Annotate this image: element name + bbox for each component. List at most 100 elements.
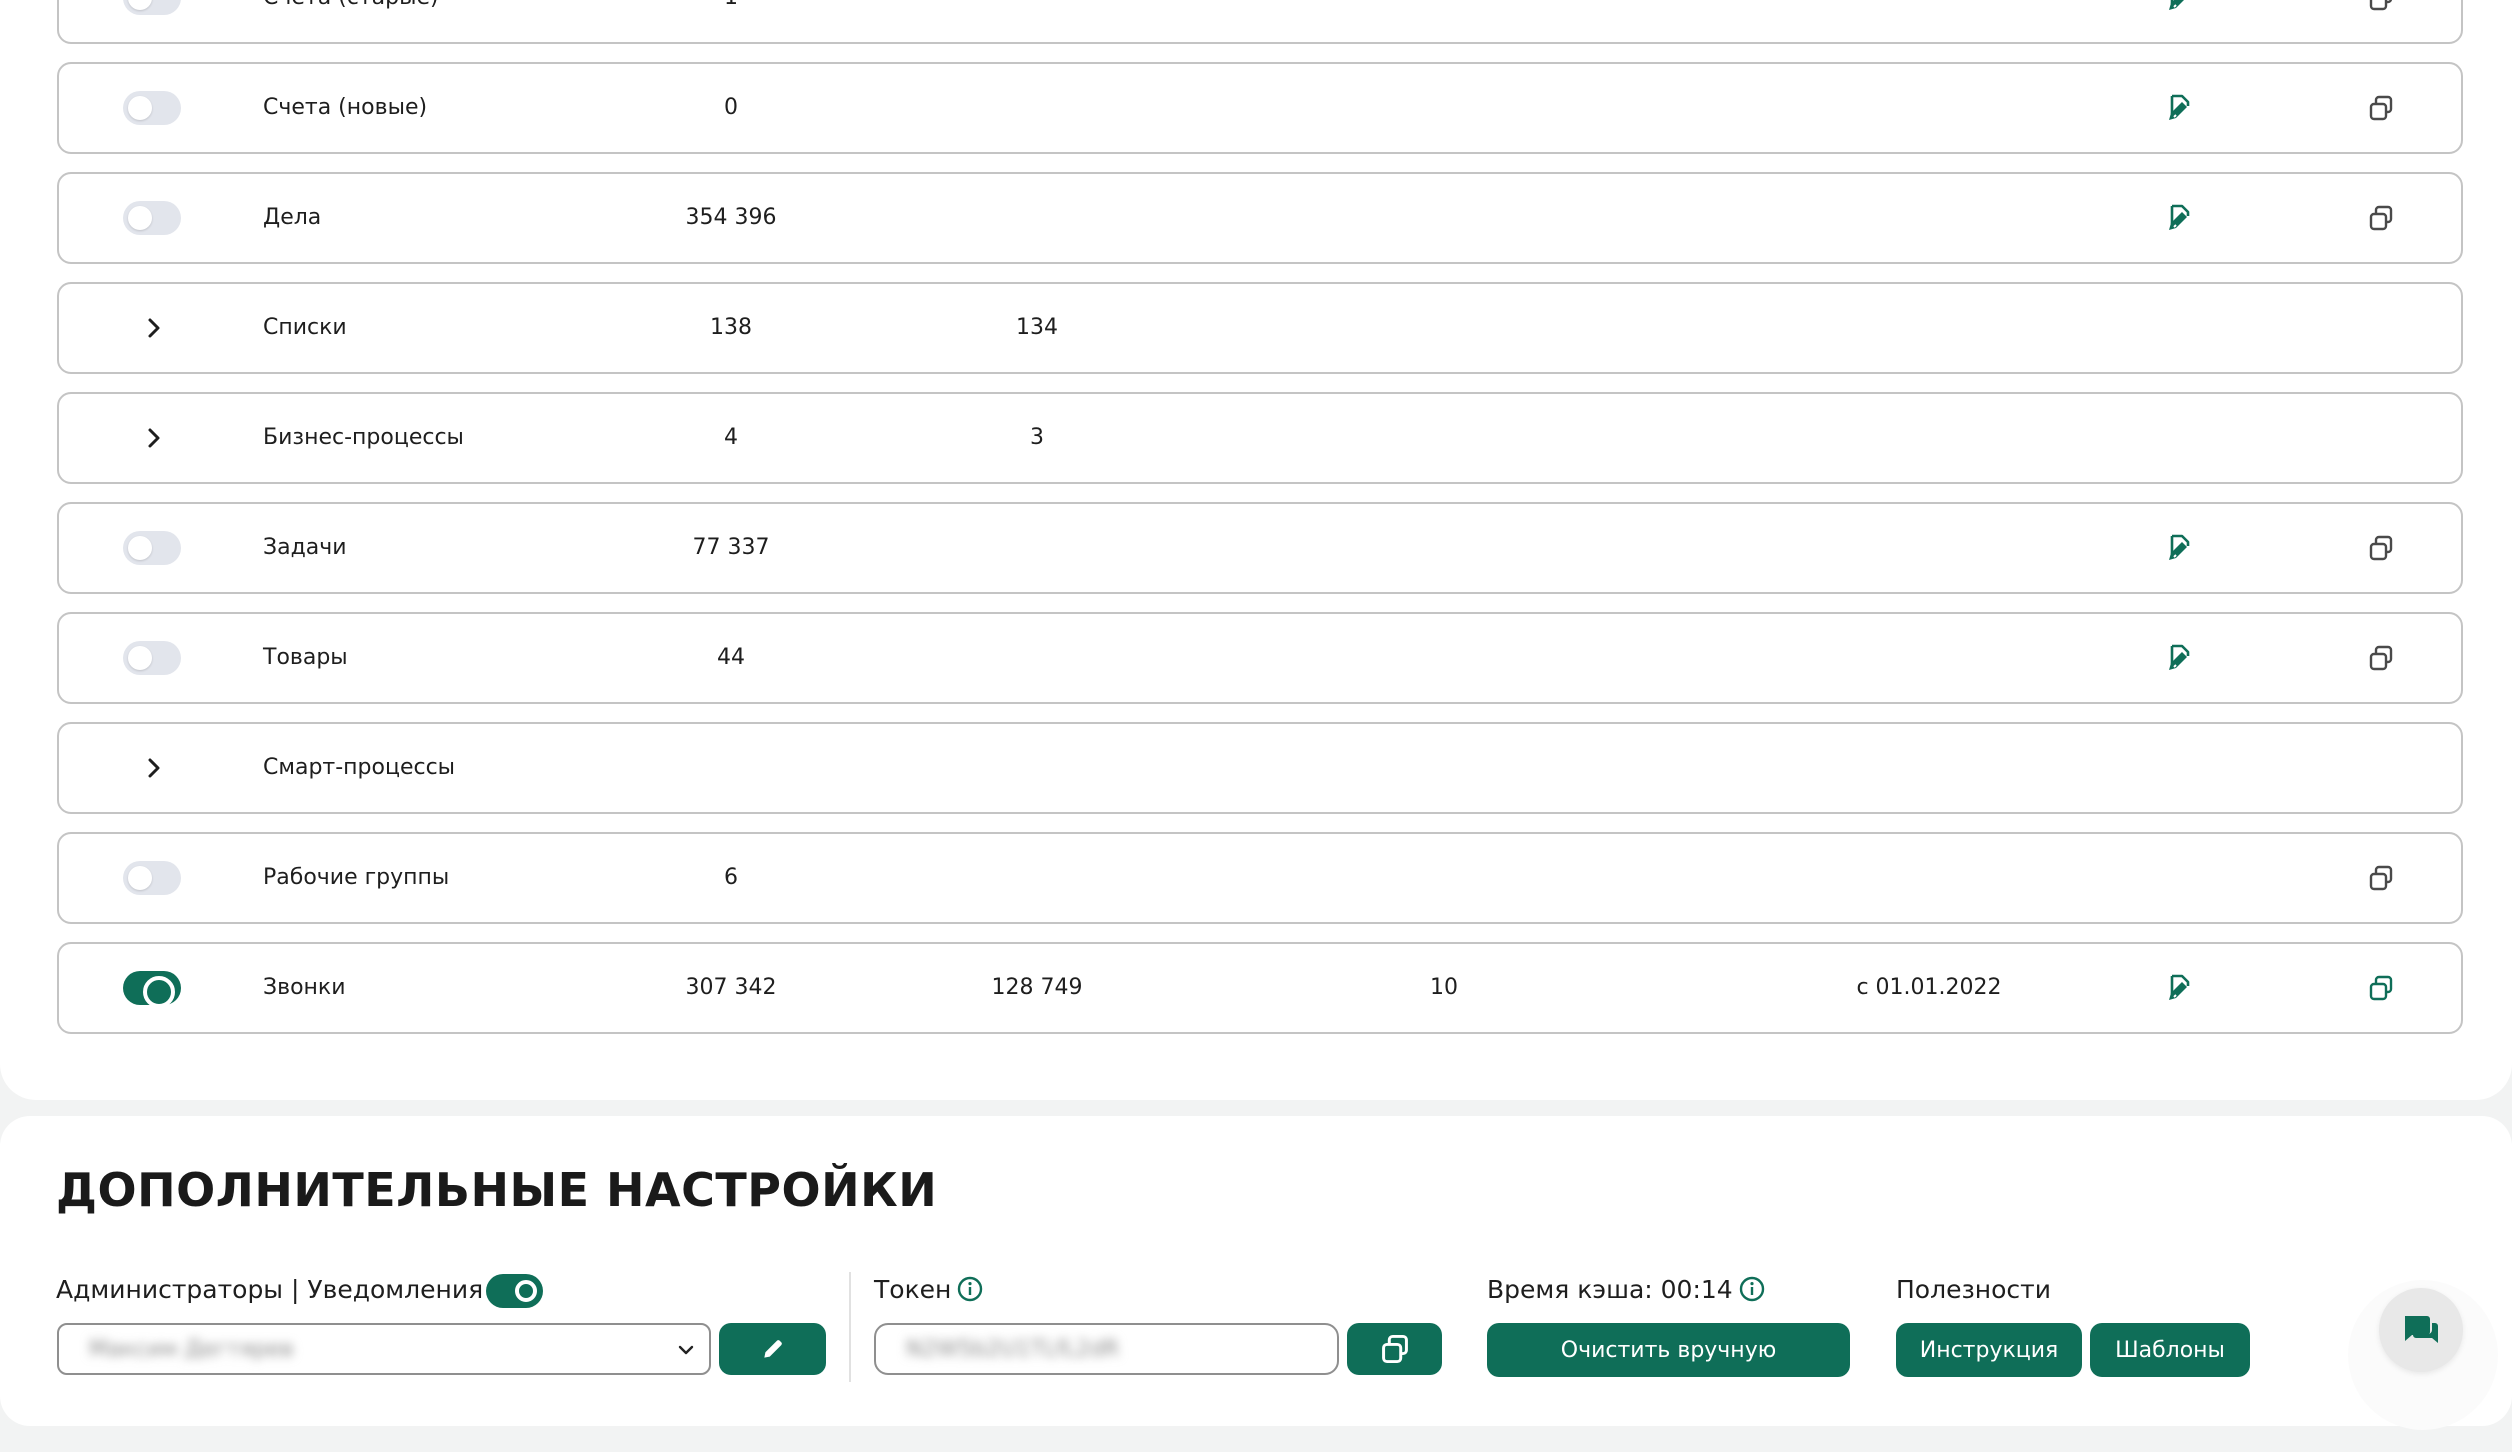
entity-count-secondary: 128 749 — [991, 975, 1083, 1000]
chevron-right-icon[interactable] — [139, 753, 169, 783]
token-field[interactable]: N2W5b2U1TLfL2dR — [874, 1323, 1339, 1375]
entity-period — [1739, 834, 2119, 922]
entity-toggle[interactable] — [123, 201, 181, 235]
copy-token-button[interactable] — [1347, 1323, 1442, 1375]
entity-name: Звонки — [263, 975, 346, 1000]
entity-count-tertiary — [1364, 504, 1524, 592]
entity-count-tertiary — [1364, 834, 1524, 922]
entity-count-secondary — [957, 0, 1117, 42]
entity-row: Звонки 307 342 128 749 10 с 01.01.2022 — [57, 942, 2463, 1034]
token-label: Токен — [874, 1275, 983, 1304]
edit-document-icon[interactable] — [2163, 532, 2195, 564]
entity-period — [1739, 394, 2119, 482]
cache-label-text: Время кэша: 00:14 — [1487, 1275, 1733, 1304]
entity-count: 1 — [651, 0, 811, 42]
entity-row: Бизнес-процессы 4 3 — [57, 392, 2463, 484]
entity-row: Смарт-процессы — [57, 722, 2463, 814]
token-value: N2W5b2U1TLfL2dR — [906, 1337, 1120, 1362]
entity-toggle[interactable] — [123, 971, 181, 1008]
entity-toggle[interactable] — [123, 641, 181, 675]
edit-admins-button[interactable] — [719, 1323, 826, 1375]
useful-label: Полезности — [1896, 1275, 2051, 1304]
entity-name: Задачи — [263, 535, 347, 560]
entity-name: Рабочие группы — [263, 865, 450, 890]
copy-icon[interactable] — [2367, 534, 2395, 562]
edit-document-icon[interactable] — [2163, 972, 2195, 1004]
entity-count — [651, 724, 811, 812]
entity-count-tertiary — [1364, 0, 1524, 42]
entity-name: Списки — [263, 315, 347, 340]
entity-period — [1739, 64, 2119, 152]
entity-count-tertiary — [1364, 174, 1524, 262]
token-label-text: Токен — [874, 1275, 952, 1304]
chat-button[interactable] — [2379, 1288, 2463, 1372]
info-icon[interactable] — [1739, 1276, 1765, 1302]
entity-row: Задачи 77 337 — [57, 502, 2463, 594]
admins-label: Администраторы | Уведомления — [56, 1275, 484, 1304]
entity-count-secondary — [957, 724, 1117, 812]
chevron-right-icon[interactable] — [139, 423, 169, 453]
copy-icon[interactable] — [2367, 204, 2395, 232]
copy-icon[interactable] — [2367, 94, 2395, 122]
entity-toggle[interactable] — [123, 861, 181, 895]
admins-selected-value: Максим Дегтярев — [89, 1337, 294, 1362]
copy-icon[interactable] — [2367, 0, 2395, 12]
divider — [849, 1272, 851, 1382]
entity-count-secondary — [957, 614, 1117, 702]
entity-count-secondary — [957, 64, 1117, 152]
edit-document-icon[interactable] — [2163, 642, 2195, 674]
entity-count-tertiary — [1364, 64, 1524, 152]
entity-period — [1739, 504, 2119, 592]
entity-row: Счета (старые) 1 — [57, 0, 2463, 44]
entity-period — [1739, 724, 2119, 812]
entity-count: 44 — [717, 645, 745, 670]
templates-button[interactable]: Шаблоны — [2090, 1323, 2250, 1377]
entity-count: 354 396 — [685, 205, 777, 230]
entity-count: 0 — [724, 95, 738, 120]
entity-name: Бизнес-процессы — [263, 425, 464, 450]
entity-count-secondary: 134 — [1016, 315, 1058, 340]
edit-document-icon[interactable] — [2163, 0, 2195, 14]
edit-document-icon[interactable] — [2163, 92, 2195, 124]
entity-name: Счета (старые) — [263, 0, 439, 42]
entity-count: 6 — [724, 865, 738, 890]
info-icon[interactable] — [957, 1276, 983, 1302]
entity-row: Дела 354 396 — [57, 172, 2463, 264]
entity-count: 138 — [710, 315, 752, 340]
entity-name: Товары — [263, 645, 348, 670]
entity-count-secondary: 3 — [1030, 425, 1044, 450]
entity-toggle[interactable] — [123, 0, 181, 15]
section-title: ДОПОЛНИТЕЛЬНЫЕ НАСТРОЙКИ — [56, 1163, 938, 1217]
entity-count-tertiary — [1364, 724, 1524, 812]
entity-row: Счета (новые) 0 — [57, 62, 2463, 154]
entity-period — [1739, 614, 2119, 702]
copy-icon[interactable] — [2367, 644, 2395, 672]
copy-icon[interactable] — [2367, 864, 2395, 892]
entity-period: с 01.01.2022 — [1856, 975, 2002, 1000]
edit-document-icon[interactable] — [2163, 202, 2195, 234]
entity-toggle[interactable] — [123, 91, 181, 125]
instruction-button[interactable]: Инструкция — [1896, 1323, 2082, 1377]
entity-period — [1739, 0, 2119, 42]
chevron-right-icon[interactable] — [139, 313, 169, 343]
entity-count-secondary — [957, 504, 1117, 592]
admins-select[interactable]: Максим Дегтярев — [57, 1323, 711, 1375]
entity-period — [1739, 284, 2119, 372]
entity-period — [1739, 174, 2119, 262]
entity-count: 77 337 — [692, 535, 770, 560]
entity-name: Дела — [263, 205, 322, 230]
chevron-down-icon — [678, 1345, 694, 1355]
entity-count-secondary — [957, 834, 1117, 922]
cache-label: Время кэша: 00:14 — [1487, 1275, 1765, 1304]
chat-icon — [2405, 1316, 2438, 1343]
entity-count-tertiary: 10 — [1430, 975, 1458, 1000]
copy-icon — [1381, 1334, 1408, 1364]
notifications-toggle[interactable] — [486, 1274, 543, 1308]
entity-count-tertiary — [1364, 284, 1524, 372]
entity-count: 307 342 — [685, 975, 777, 1000]
clear-cache-button[interactable]: Очистить вручную — [1487, 1323, 1850, 1377]
entity-row: Списки 138 134 — [57, 282, 2463, 374]
entity-row: Рабочие группы 6 — [57, 832, 2463, 924]
entity-toggle[interactable] — [123, 531, 181, 565]
copy-icon[interactable] — [2367, 974, 2395, 1002]
